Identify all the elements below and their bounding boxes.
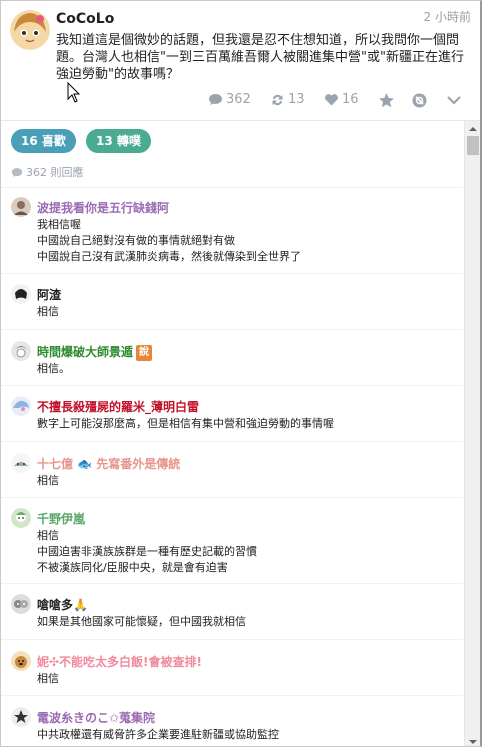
post: CoCoLo 2 小時前 我知道這是個微妙的話題，但我還是忍不住想知道，所以我問… bbox=[1, 1, 480, 120]
commenter-avatar[interactable] bbox=[11, 341, 31, 361]
comment-text: 相信。 bbox=[37, 361, 70, 377]
post-body: 我知道這是個微妙的話題，但我還是忍不住想知道，所以我問你一個問題。台灣人也相信"… bbox=[56, 33, 464, 82]
comments-count-button[interactable]: 362 bbox=[208, 92, 251, 107]
comment-text: 中共政權還有威脅許多企業要進駐新疆或協助監控 bbox=[37, 727, 279, 743]
comment-divider bbox=[1, 695, 463, 696]
comment-line: 相信 bbox=[37, 305, 59, 318]
commenter-name-text: 時間爆破大師景遁 bbox=[37, 345, 134, 359]
comment-divider bbox=[1, 187, 463, 188]
reply-count: 362 則回應 bbox=[11, 164, 84, 180]
post-author[interactable]: CoCoLo bbox=[56, 11, 114, 27]
repost-icon bbox=[272, 94, 283, 105]
commenter-name[interactable]: 電波糸きのこ✩蒐集院 bbox=[37, 709, 155, 726]
author-avatar[interactable] bbox=[10, 10, 50, 50]
post-divider bbox=[1, 120, 480, 121]
scrollbar[interactable] bbox=[464, 121, 480, 746]
comment-divider bbox=[1, 329, 463, 330]
comment-text: 相信 bbox=[37, 473, 59, 489]
reply-count-label: 362 則回應 bbox=[26, 166, 84, 179]
commenter-name[interactable]: 不擅長殺殭屍的羅米_薄明白雷 bbox=[37, 398, 199, 415]
comment-line: 相信 bbox=[37, 529, 59, 542]
commenter-avatar[interactable] bbox=[11, 508, 31, 528]
like-count: 16 bbox=[342, 92, 359, 107]
commenter-avatar[interactable] bbox=[11, 651, 31, 671]
like-count-button[interactable]: 16 bbox=[324, 92, 359, 107]
comment-divider bbox=[1, 583, 463, 584]
comment-line: 相信 bbox=[37, 474, 59, 487]
commenter-avatar[interactable] bbox=[11, 453, 31, 473]
comment-text: 相信 bbox=[37, 304, 59, 320]
comment-bubble-icon bbox=[209, 94, 222, 105]
likes-badge[interactable]: 16 喜歡 bbox=[11, 129, 76, 153]
post-time[interactable]: 2 小時前 bbox=[424, 8, 471, 25]
commenter-name[interactable]: 嗆嗆多🙏 bbox=[37, 596, 88, 613]
comment-divider bbox=[1, 639, 463, 640]
commenter-name[interactable]: 波提我看你是五行缺錢阿 bbox=[37, 199, 169, 216]
commenter-name[interactable]: 千野伊嵐 bbox=[37, 510, 85, 527]
commenter-name[interactable]: 妮✣不能吃太多白飯!會被查排! bbox=[37, 653, 202, 670]
repost-count: 13 bbox=[288, 92, 305, 107]
comment-divider bbox=[1, 497, 463, 498]
repost-count-button[interactable]: 13 bbox=[270, 92, 305, 107]
plurk-window: CoCoLo 2 小時前 我知道這是個微妙的話題，但我還是忍不住想知道，所以我問… bbox=[0, 0, 482, 747]
comment-line: 中共政權還有威脅許多企業要進駐新疆或協助監控 bbox=[37, 728, 279, 741]
comment-line: 中國說自己絕對沒有做的事情就絕對有做 bbox=[37, 234, 235, 247]
comment-divider bbox=[1, 385, 463, 386]
commenter-name[interactable]: 時間爆破大師景遁說 bbox=[37, 343, 153, 361]
mute-icon[interactable] bbox=[411, 92, 428, 113]
comment-bubble-icon bbox=[11, 167, 23, 177]
comment-line: 數字上可能沒那麼高，但是相信有集中營和強迫勞動的事情喔 bbox=[37, 417, 334, 430]
commenter-avatar[interactable] bbox=[11, 197, 31, 217]
commenter-name[interactable]: 阿渣 bbox=[37, 286, 61, 303]
commenter-avatar[interactable] bbox=[11, 707, 31, 727]
comment-line: 中國說自己沒有武漢肺炎病毒，然後就傳染到全世界了 bbox=[37, 250, 301, 263]
comment-divider bbox=[1, 441, 463, 442]
scroll-down-arrow-icon[interactable] bbox=[465, 734, 480, 746]
comment-line: 如果是其他國家可能懷疑，但中國我就相信 bbox=[37, 615, 246, 628]
comment-text: 數字上可能沒那麼高，但是相信有集中營和強迫勞動的事情喔 bbox=[37, 416, 334, 432]
comment-text: 如果是其他國家可能懷疑，但中國我就相信 bbox=[37, 614, 246, 630]
mouse-cursor-icon bbox=[67, 81, 81, 104]
comment-line: 不被漢族同化/臣服中央，就是會有迫害 bbox=[37, 561, 228, 574]
comment-line: 相信。 bbox=[37, 362, 70, 375]
chevron-down-icon[interactable] bbox=[446, 92, 462, 112]
comments-count: 362 bbox=[226, 92, 251, 107]
commenter-name[interactable]: 十七億 🐟 先寫番外是傳統 bbox=[37, 455, 180, 472]
comment-line: 相信 bbox=[37, 672, 59, 685]
comment-line: 我相信喔 bbox=[37, 218, 81, 231]
heart-icon bbox=[325, 94, 338, 106]
scroll-up-arrow-icon[interactable] bbox=[465, 121, 480, 135]
comment-line: 中國迫害非漢族族群是一種有歷史記載的習慣 bbox=[37, 545, 257, 558]
comment-text: 我相信喔 中國說自己絕對沒有做的事情就絕對有做 中國說自己沒有武漢肺炎病毒，然後… bbox=[37, 217, 301, 265]
favorite-star-icon[interactable] bbox=[378, 92, 395, 113]
commenter-avatar[interactable] bbox=[11, 396, 31, 416]
scrollbar-thumb[interactable] bbox=[467, 136, 479, 155]
commenter-avatar[interactable] bbox=[11, 594, 31, 614]
comment-text: 相信 bbox=[37, 671, 59, 687]
commenter-avatar[interactable] bbox=[11, 284, 31, 304]
comment-text: 相信 中國迫害非漢族族群是一種有歷史記載的習慣 不被漢族同化/臣服中央，就是會有… bbox=[37, 528, 257, 576]
reposts-badge[interactable]: 13 轉噗 bbox=[86, 129, 151, 153]
comment-divider bbox=[1, 273, 463, 274]
role-badge: 說 bbox=[136, 344, 153, 361]
